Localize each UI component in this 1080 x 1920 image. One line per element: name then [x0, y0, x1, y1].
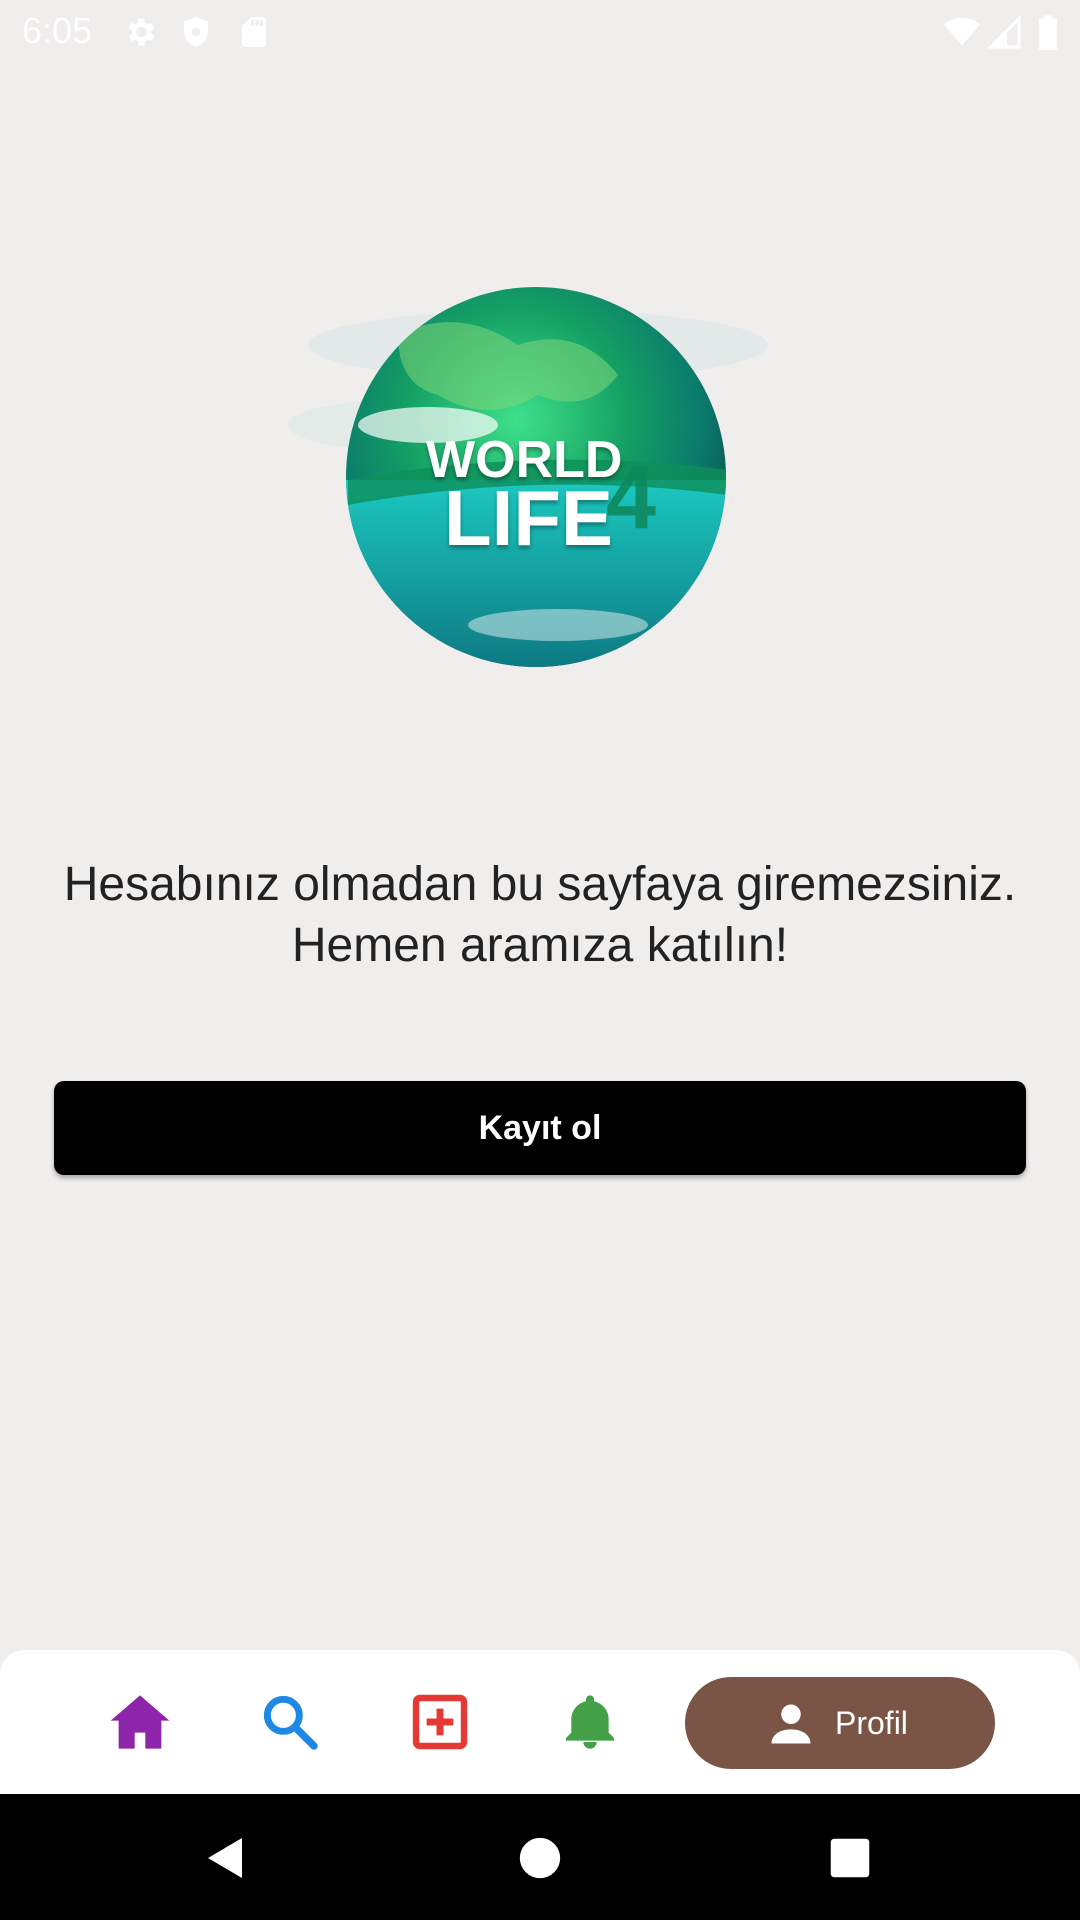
nav-add[interactable]: [408, 1690, 472, 1754]
status-time: 6:05: [22, 10, 93, 51]
world-life-logo: WORLD LIFE 4: [258, 265, 818, 685]
battery-icon: [1039, 15, 1057, 50]
settings-gear-icon: [128, 18, 155, 46]
bell-icon: [566, 1695, 614, 1749]
system-recents-button[interactable]: [822, 1830, 878, 1886]
sd-card-icon: [242, 17, 266, 47]
back-icon: [208, 1838, 242, 1878]
nav-search[interactable]: [258, 1690, 322, 1754]
shield-icon: [184, 17, 208, 47]
logo-text-number: 4: [606, 448, 657, 548]
wifi-icon: [944, 17, 980, 46]
system-navigation-bar: [0, 1794, 1080, 1920]
system-back-button[interactable]: [198, 1830, 254, 1886]
nav-home[interactable]: [108, 1690, 172, 1754]
nav-profile-label: Profil: [835, 1704, 908, 1741]
logo-text-life: LIFE: [444, 474, 613, 562]
login-required-message: Hesabınız olmadan bu sayfaya giremezsini…: [63, 858, 1017, 972]
cell-signal-icon: [986, 14, 1021, 49]
home-icon: [110, 1695, 170, 1749]
nav-notifications[interactable]: [558, 1690, 622, 1754]
recents-icon: [830, 1838, 870, 1878]
search-icon: [263, 1695, 318, 1750]
status-bar: 6:05: [0, 0, 1080, 64]
add-box-icon: [412, 1694, 468, 1750]
bottom-navigation: Profil: [0, 1650, 1080, 1794]
system-home-button[interactable]: [512, 1830, 568, 1886]
home-circle-icon: [519, 1837, 561, 1879]
person-icon: [771, 1704, 811, 1744]
nav-profile[interactable]: Profil: [685, 1677, 995, 1769]
signup-button[interactable]: Kayıt ol: [54, 1081, 1026, 1175]
